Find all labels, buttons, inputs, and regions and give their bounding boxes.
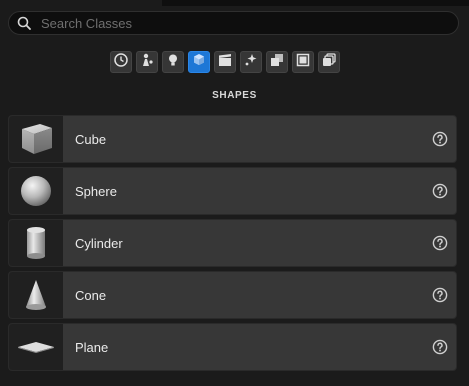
help-icon[interactable] xyxy=(432,235,448,251)
help-icon[interactable] xyxy=(432,339,448,355)
category-shapes-button[interactable] xyxy=(188,51,210,73)
category-volumes-button[interactable] xyxy=(266,51,288,73)
help-icon[interactable] xyxy=(432,183,448,199)
list-item-label: Plane xyxy=(75,339,109,355)
category-cinematic-button[interactable] xyxy=(214,51,236,73)
all-classes-icon xyxy=(321,52,337,73)
shapes-list: Cube Sphere Cylinder Cone Plane xyxy=(8,115,457,375)
lightbulb-icon xyxy=(165,52,181,73)
sparkle-icon xyxy=(243,52,259,73)
section-title: SHAPES xyxy=(212,90,257,101)
cube-thumbnail-icon xyxy=(9,116,63,162)
list-item-label: Cone xyxy=(75,287,107,303)
search-icon xyxy=(17,16,31,30)
help-icon[interactable] xyxy=(432,131,448,147)
category-recent-button[interactable] xyxy=(110,51,132,73)
clock-icon xyxy=(113,52,129,73)
search-box[interactable] xyxy=(8,11,459,35)
list-item-label: Cube xyxy=(75,131,107,147)
category-lights-button[interactable] xyxy=(162,51,184,73)
plane-thumbnail-icon xyxy=(9,324,63,370)
list-item-label: Cylinder xyxy=(75,235,123,251)
list-item-cone[interactable]: Cone xyxy=(8,271,457,319)
clapperboard-icon xyxy=(217,52,233,73)
volumes-icon xyxy=(269,52,285,73)
list-item-label: Sphere xyxy=(75,183,117,199)
list-item-plane[interactable]: Plane xyxy=(8,323,457,371)
list-item-cylinder[interactable]: Cylinder xyxy=(8,219,457,267)
category-all-classes-button[interactable] xyxy=(318,51,340,73)
cylinder-thumbnail-icon xyxy=(9,220,63,266)
category-toolbar xyxy=(110,51,340,75)
search-input[interactable] xyxy=(39,12,458,34)
category-visual-effects-button[interactable] xyxy=(240,51,262,73)
window-edge xyxy=(162,0,469,6)
list-item-cube[interactable]: Cube xyxy=(8,115,457,163)
actor-icon xyxy=(139,52,155,73)
sphere-thumbnail-icon xyxy=(9,168,63,214)
list-item-sphere[interactable]: Sphere xyxy=(8,167,457,215)
category-panel-button[interactable] xyxy=(292,51,314,73)
cube-icon xyxy=(191,52,207,73)
panel-icon xyxy=(295,52,311,73)
help-icon[interactable] xyxy=(432,287,448,303)
category-basic-button[interactable] xyxy=(136,51,158,73)
cone-thumbnail-icon xyxy=(9,272,63,318)
